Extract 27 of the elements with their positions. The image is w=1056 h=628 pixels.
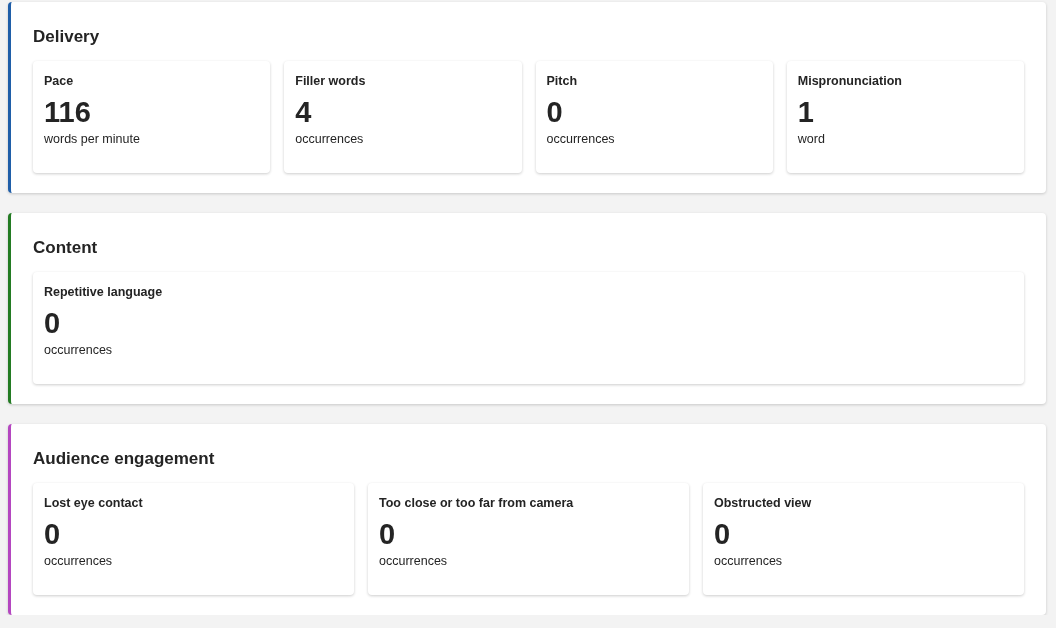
metric-unit: word bbox=[797, 131, 826, 147]
metric-unit: occurrences bbox=[379, 553, 449, 569]
metric-unit: occurrences bbox=[295, 131, 365, 147]
metric-value: 116 bbox=[44, 95, 92, 129]
metric-label: Obstructed view bbox=[714, 495, 813, 511]
metric-value: 1 bbox=[797, 95, 815, 129]
metric-value: 0 bbox=[546, 95, 564, 129]
metric-unit: occurrences bbox=[44, 342, 114, 358]
metric-label: Mispronunciation bbox=[797, 73, 903, 89]
metric-label: Filler words bbox=[295, 73, 367, 89]
metric-value: 0 bbox=[44, 306, 62, 340]
metric-label: Pace bbox=[44, 73, 75, 89]
section-title: Audience engagement bbox=[33, 448, 216, 470]
metric-label: Pitch bbox=[546, 73, 579, 89]
metric-label: Lost eye contact bbox=[44, 495, 144, 511]
metric-unit: words per minute bbox=[44, 131, 141, 147]
metric-unit: occurrences bbox=[714, 553, 784, 569]
section-title: Delivery bbox=[33, 26, 101, 48]
metric-value: 0 bbox=[379, 517, 397, 551]
metric-value: 4 bbox=[295, 95, 313, 129]
section-title: Content bbox=[33, 237, 99, 259]
metric-label: Repetitive language bbox=[44, 284, 164, 300]
metric-label: Too close or too far from camera bbox=[379, 495, 575, 511]
metric-unit: occurrences bbox=[44, 553, 114, 569]
metric-unit: occurrences bbox=[546, 131, 616, 147]
metric-value: 0 bbox=[714, 517, 732, 551]
metric-value: 0 bbox=[44, 517, 62, 551]
